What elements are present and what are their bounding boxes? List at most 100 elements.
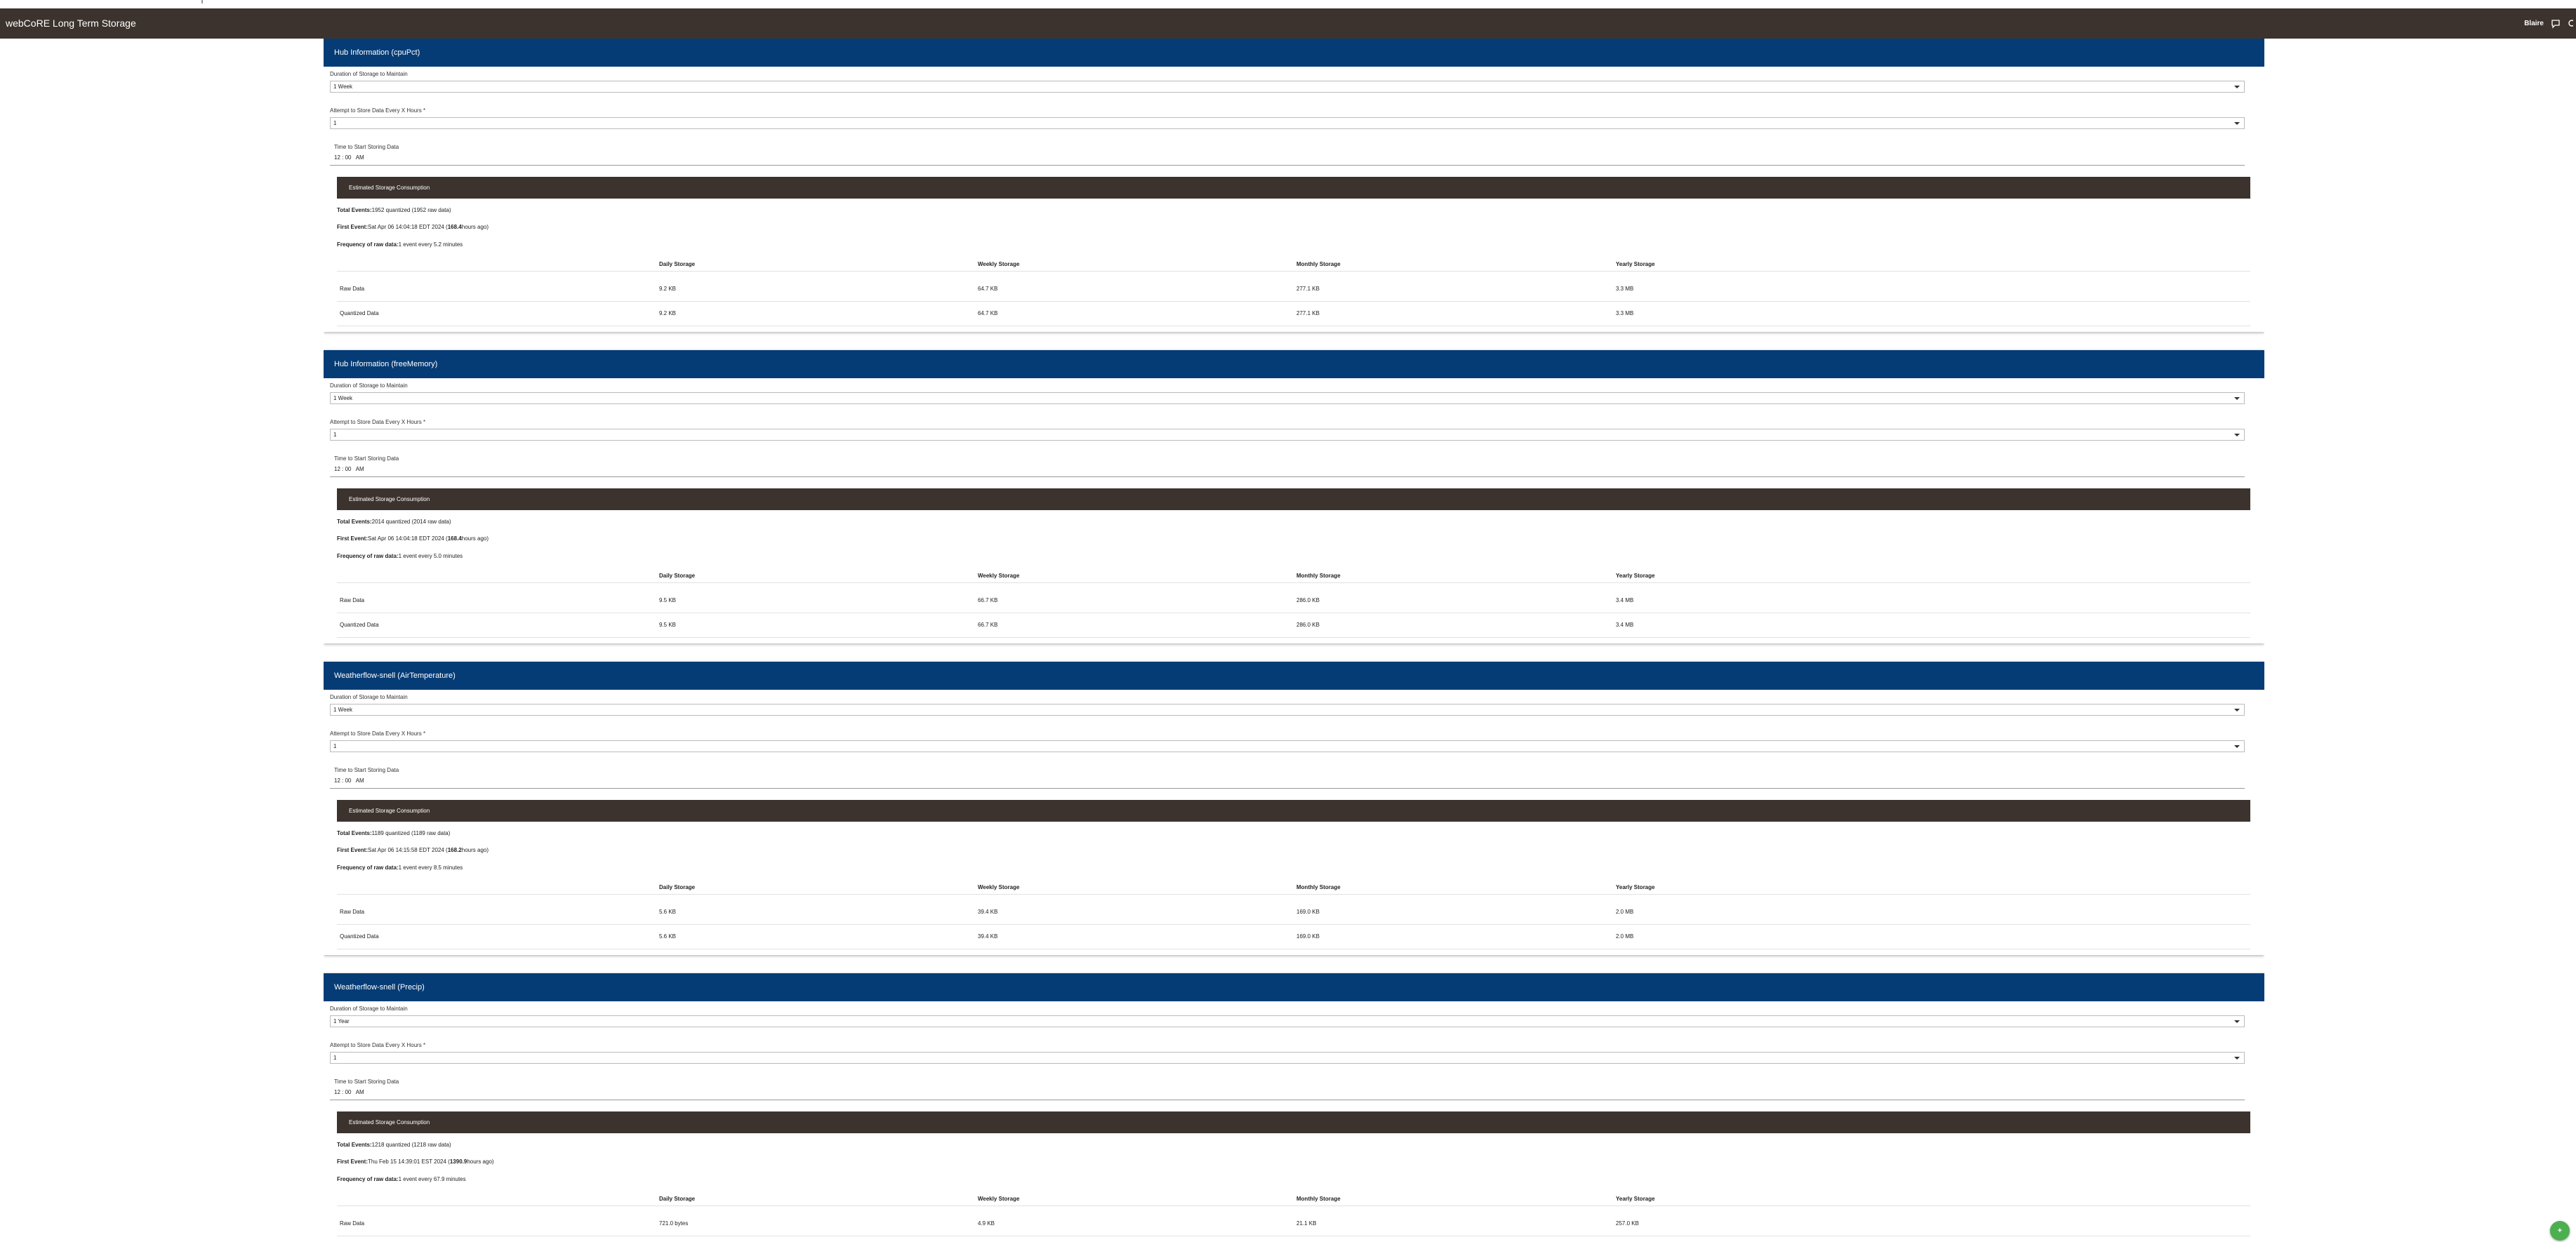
interval-select[interactable]: 1 <box>330 117 2245 129</box>
main-content: Hub Information (cpuPct) Duration of Stor… <box>324 39 2264 1242</box>
first-event-value: Sat Apr 06 14:15:58 EDT 2024 ( <box>368 847 448 853</box>
total-events: Total Events:1218 quantized (1218 raw da… <box>337 1142 451 1148</box>
estimated-storage-header: Estimated Storage Consumption <box>337 800 2250 822</box>
duration-select[interactable]: 1 Year <box>330 1015 2245 1027</box>
table-cell: 286.0 KB <box>1296 597 1320 603</box>
table-divider <box>337 894 2250 895</box>
first-event: First Event:Thu Feb 15 14:39:01 EST 2024… <box>337 1158 494 1165</box>
card-title: Hub Information (cpuPct) <box>324 39 2264 67</box>
chevron-down-icon <box>2234 434 2240 436</box>
time-input-underline <box>330 788 2245 789</box>
frequency-label: Frequency of raw data: <box>337 864 399 871</box>
table-header-cell: Daily Storage <box>659 261 696 267</box>
frequency-value: 1 event every 67.9 minutes <box>398 1176 466 1182</box>
time-label: Time to Start Storing Data <box>334 1079 399 1085</box>
chevron-down-icon <box>2234 86 2240 88</box>
app-bar-actions: Blaire <box>2524 8 2576 39</box>
app-title: webCoRE Long Term Storage <box>6 18 136 29</box>
duration-select-value: 1 Week <box>333 707 352 713</box>
table-row-divider <box>337 301 2250 302</box>
first-event-suffix: hours ago) <box>467 1158 494 1165</box>
total-events: Total Events:1189 quantized (1189 raw da… <box>337 830 450 836</box>
interval-select[interactable]: 1 <box>330 1052 2245 1064</box>
chevron-down-icon <box>2234 1057 2240 1060</box>
storage-card: Hub Information (freeMemory) Duration of … <box>324 350 2264 643</box>
chat-icon[interactable] <box>2551 19 2561 29</box>
user-name[interactable]: Blaire <box>2524 20 2544 27</box>
table-row-divider <box>337 637 2250 638</box>
table-header-cell: Monthly Storage <box>1296 573 1341 579</box>
table-header-cell: Yearly Storage <box>1616 573 1655 579</box>
frequency: Frequency of raw data:1 event every 5.0 … <box>337 553 463 559</box>
table-header-cell: Monthly Storage <box>1296 884 1341 890</box>
interval-select[interactable]: 1 <box>330 429 2245 441</box>
total-events-label: Total Events: <box>337 207 372 213</box>
table-cell: 9.5 KB <box>659 597 677 603</box>
first-event-value: Sat Apr 06 14:04:18 EDT 2024 ( <box>368 535 448 542</box>
start-time-input[interactable]: 12 : 00 AM <box>334 154 364 161</box>
table-cell: 39.4 KB <box>978 909 998 915</box>
first-event-value: Thu Feb 15 14:39:01 EST 2024 ( <box>368 1158 450 1165</box>
frequency-value: 1 event every 5.2 minutes <box>398 241 463 248</box>
table-row-divider <box>337 924 2250 925</box>
table-cell: 9.5 KB <box>659 622 677 628</box>
search-icon[interactable] <box>2568 19 2573 29</box>
interval-label: Attempt to Store Data Every X Hours * <box>330 107 426 114</box>
table-cell: Raw Data <box>340 286 365 292</box>
duration-select-value: 1 Year <box>333 1018 350 1024</box>
frequency: Frequency of raw data:1 event every 5.2 … <box>337 241 463 248</box>
table-cell: Quantized Data <box>340 310 379 316</box>
table-cell: 2.0 MB <box>1616 909 1634 915</box>
table-cell: 2.0 MB <box>1616 933 1634 940</box>
duration-select[interactable]: 1 Week <box>330 392 2245 404</box>
frequency-label: Frequency of raw data: <box>337 241 399 248</box>
interval-label: Attempt to Store Data Every X Hours * <box>330 1042 426 1048</box>
table-cell: 21.1 KB <box>1296 1220 1317 1227</box>
table-cell: Quantized Data <box>340 622 379 628</box>
total-events: Total Events:2014 quantized (2014 raw da… <box>337 519 451 525</box>
duration-select[interactable]: 1 Week <box>330 704 2245 716</box>
first-event-suffix: hours ago) <box>461 847 489 853</box>
table-cell: 9.2 KB <box>659 286 677 292</box>
add-fab-button[interactable]: + <box>2550 1221 2570 1241</box>
table-header-cell: Weekly Storage <box>978 1196 1020 1202</box>
duration-select[interactable]: 1 Week <box>330 81 2245 93</box>
interval-select[interactable]: 1 <box>330 740 2245 752</box>
first-event: First Event:Sat Apr 06 14:04:18 EDT 2024… <box>337 535 489 542</box>
start-time-input[interactable]: 12 : 00 AM <box>334 466 364 472</box>
table-cell: 64.7 KB <box>978 286 998 292</box>
interval-label: Attempt to Store Data Every X Hours * <box>330 419 426 425</box>
interval-select-value: 1 <box>333 743 337 749</box>
table-header-cell: Weekly Storage <box>978 261 1020 267</box>
table-cell: 64.7 KB <box>978 310 998 316</box>
browser-top-strip <box>0 0 2576 8</box>
estimated-storage-header: Estimated Storage Consumption <box>337 488 2250 510</box>
table-header-cell: Weekly Storage <box>978 573 1020 579</box>
first-event-value: Sat Apr 06 14:04:18 EDT 2024 ( <box>368 224 448 230</box>
table-cell: 286.0 KB <box>1296 622 1320 628</box>
chevron-down-icon <box>2234 745 2240 748</box>
total-events-label: Total Events: <box>337 1142 372 1148</box>
first-event-label: First Event: <box>337 1158 369 1165</box>
table-header-cell: Monthly Storage <box>1296 1196 1341 1202</box>
start-time-input[interactable]: 12 : 00 AM <box>334 1089 364 1095</box>
interval-select-value: 1 <box>333 120 337 126</box>
table-cell: 257.0 KB <box>1616 1220 1639 1227</box>
time-label: Time to Start Storing Data <box>334 767 399 773</box>
start-time-input[interactable]: 12 : 00 AM <box>334 777 364 784</box>
table-cell: 169.0 KB <box>1296 909 1320 915</box>
chevron-down-icon <box>2234 1020 2240 1023</box>
table-cell: 66.7 KB <box>978 622 998 628</box>
interval-select-value: 1 <box>333 1055 337 1061</box>
table-cell: 277.1 KB <box>1296 286 1320 292</box>
first-event-hours: 1390.9 <box>449 1158 467 1165</box>
duration-label: Duration of Storage to Maintain <box>330 1006 408 1012</box>
table-cell: 169.0 KB <box>1296 933 1320 940</box>
table-cell: 5.6 KB <box>659 909 677 915</box>
table-cell: Raw Data <box>340 1220 365 1227</box>
table-cell: 721.0 bytes <box>659 1220 689 1227</box>
chevron-down-icon <box>2234 122 2240 125</box>
table-header-cell: Monthly Storage <box>1296 261 1341 267</box>
first-event-suffix: hours ago) <box>461 224 489 230</box>
table-header-cell: Yearly Storage <box>1616 884 1655 890</box>
